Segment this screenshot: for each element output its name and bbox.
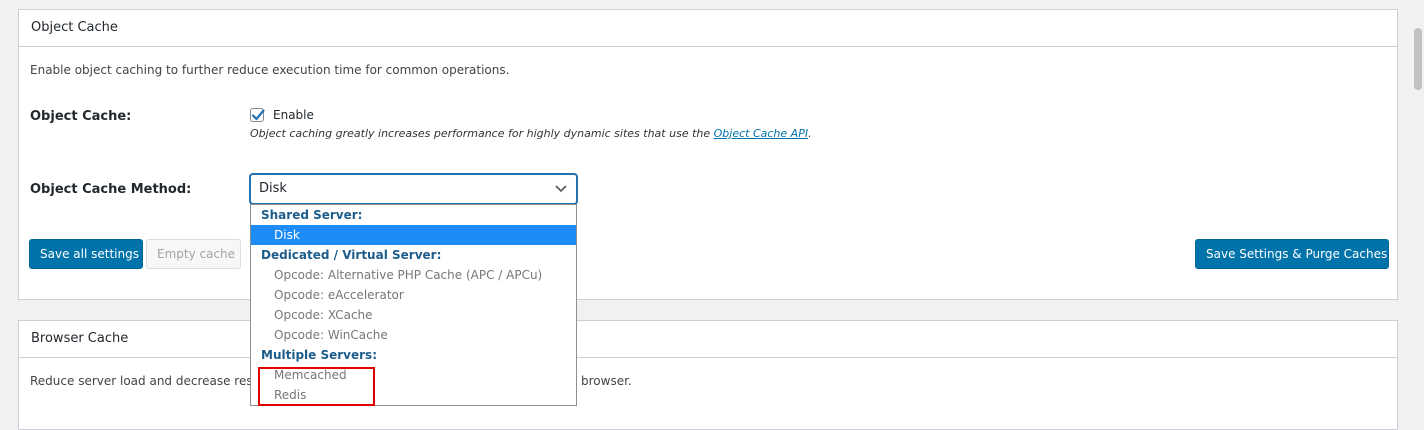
select-value: Disk	[259, 181, 287, 196]
object-cache-method-select[interactable]: Disk	[250, 174, 577, 204]
panel-title: Object Cache	[19, 10, 1397, 47]
enable-checkbox[interactable]	[250, 108, 265, 122]
option-eaccelerator[interactable]: Opcode: eAccelerator	[251, 285, 576, 305]
object-cache-panel: Object Cache Enable object caching to fu…	[18, 9, 1398, 300]
enable-label: Enable	[273, 108, 314, 122]
checkmark-icon	[251, 109, 265, 121]
object-cache-label: Object Cache:	[30, 109, 132, 124]
save-purge-button[interactable]: Save Settings & Purge Caches	[1195, 239, 1389, 269]
panel-title: Browser Cache	[19, 321, 1397, 358]
option-wincache[interactable]: Opcode: WinCache	[251, 325, 576, 345]
help-text-prefix: Object caching greatly increases perform…	[250, 127, 714, 140]
enable-checkbox-row[interactable]: Enable	[250, 108, 314, 122]
help-text-suffix: .	[808, 127, 812, 140]
annotation-highlight-box	[258, 367, 375, 406]
panel-description-start: Reduce server load and decrease respo	[30, 374, 268, 388]
group-label-shared: Shared Server:	[261, 208, 363, 222]
browser-cache-panel: Browser Cache Reduce server load and dec…	[18, 320, 1398, 430]
save-all-settings-button[interactable]: Save all settings	[29, 239, 143, 269]
scrollbar-thumb[interactable]	[1414, 28, 1422, 90]
help-text: Object caching greatly increases perform…	[250, 127, 812, 140]
option-disk[interactable]: Disk	[251, 225, 576, 245]
object-cache-api-link[interactable]: Object Cache API	[714, 127, 808, 140]
group-label-multiple: Multiple Servers:	[261, 348, 377, 362]
panel-description-end: browser.	[581, 374, 632, 388]
option-apc[interactable]: Opcode: Alternative PHP Cache (APC / APC…	[251, 265, 576, 285]
panel-description: Enable object caching to further reduce …	[30, 63, 510, 77]
method-label: Object Cache Method:	[30, 182, 192, 197]
empty-cache-button[interactable]: Empty cache	[146, 239, 241, 269]
chevron-down-icon	[555, 185, 567, 193]
group-label-dedicated: Dedicated / Virtual Server:	[261, 248, 442, 262]
option-xcache[interactable]: Opcode: XCache	[251, 305, 576, 325]
page-scrollbar[interactable]	[1412, 0, 1424, 416]
